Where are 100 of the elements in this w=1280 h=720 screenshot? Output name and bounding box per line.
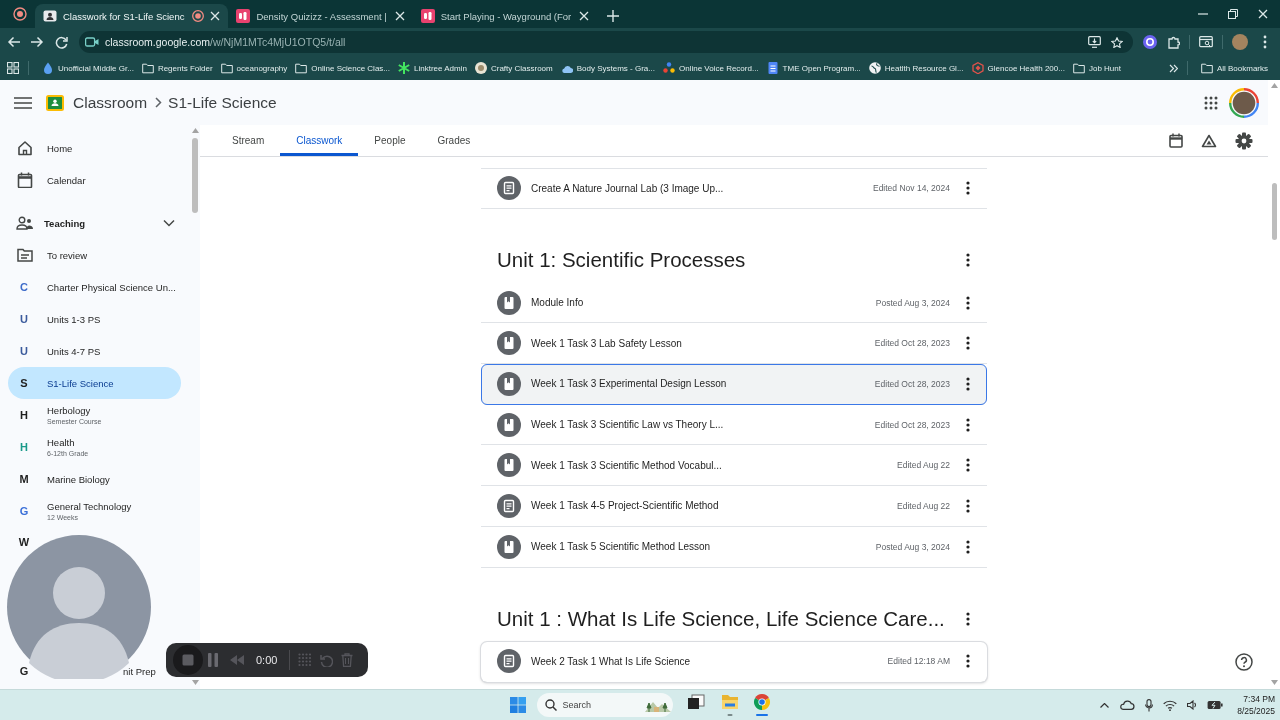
classroom-tab[interactable]: People [358, 125, 422, 156]
help-icon[interactable] [1235, 653, 1253, 671]
calendar-icon[interactable] [1169, 133, 1183, 148]
sidebar-item[interactable]: U Units 1-3 PS [8, 303, 181, 335]
bookmark-item[interactable]: Linktree Admin [394, 58, 471, 78]
bookmark-item[interactable]: Online Science Clas... [291, 58, 394, 78]
sidebar-item[interactable]: W [8, 531, 31, 553]
chevron-down-icon[interactable] [163, 219, 175, 227]
restart-icon[interactable] [320, 653, 334, 667]
sidebar-item[interactable]: M Marine Biology [8, 463, 181, 495]
dot-grid-icon[interactable] [298, 653, 313, 667]
more-icon[interactable] [966, 458, 970, 473]
bookmark-item[interactable]: Online Voice Record... [659, 58, 763, 78]
account-avatar[interactable] [1229, 87, 1259, 118]
classwork-item[interactable]: Week 1 Task 3 Scientific Method Vocabul... Edited Aug 22 [481, 445, 987, 487]
double-chevron-icon[interactable] [1168, 63, 1178, 73]
ring-icon[interactable] [1143, 35, 1157, 49]
bookmark-item[interactable]: Body Systems - Gra... [556, 58, 659, 78]
microphone-icon[interactable] [1145, 698, 1154, 712]
search-box[interactable]: Search [536, 693, 673, 717]
cloud-icon[interactable] [1119, 700, 1136, 710]
sidebar-item[interactable]: nit Prep [123, 664, 156, 678]
chevron-up-icon[interactable] [1100, 702, 1110, 708]
folder-icon[interactable] [720, 694, 739, 716]
plus-icon[interactable] [607, 10, 620, 22]
forward-icon[interactable] [30, 36, 44, 48]
camera-icon[interactable] [85, 37, 99, 47]
classwork-item[interactable]: Week 1 Task 5 Scientific Method Lesson Posted Aug 3, 2024 [481, 526, 987, 568]
more-icon[interactable] [966, 498, 970, 513]
tab-search-icon[interactable] [1199, 36, 1213, 48]
speaker-icon[interactable] [1187, 700, 1198, 710]
address-bar[interactable]: classroom.google.com/w/NjM1MTc4MjU1OTQ5/t/all [79, 31, 1133, 53]
bookmark-item[interactable]: Job Hunt [1068, 58, 1125, 78]
board-logo-icon[interactable] [46, 94, 64, 111]
close-icon[interactable] [579, 11, 590, 21]
more-icon[interactable] [966, 336, 970, 351]
puzzle-icon[interactable] [1168, 35, 1180, 49]
more-icon[interactable] [966, 181, 970, 196]
bookmark-item[interactable]: TME Open Program... [762, 58, 865, 78]
browser-tab[interactable]: Start Playing - Wayground (For [412, 4, 598, 28]
bookmark-item[interactable]: Glencoe Health 200... [967, 58, 1069, 78]
bookmark-item[interactable]: Regents Folder [137, 58, 217, 78]
classroom-tab[interactable]: Grades [421, 125, 487, 156]
bookmark-item[interactable]: Crafty Classroom [470, 58, 557, 78]
sidebar-item[interactable]: C Charter Physical Science Un... [8, 271, 181, 303]
recording-icon[interactable] [13, 7, 27, 21]
star-icon[interactable] [1111, 36, 1123, 48]
reload-icon[interactable] [55, 35, 68, 49]
scrollbar-thumb[interactable] [1271, 183, 1277, 240]
classroom-tab[interactable]: Stream [216, 125, 281, 156]
triangle-icon[interactable] [1201, 133, 1217, 148]
apps-icon[interactable] [7, 62, 19, 74]
browser-tab[interactable]: Classwork for S1-Life Scienc [35, 4, 229, 28]
task-view-icon[interactable] [686, 694, 705, 710]
classwork-item[interactable]: Module Info Posted Aug 3, 2024 [481, 282, 987, 324]
classwork-item[interactable]: Week 1 Task 3 Scientific Law vs Theory L... Edited Oct 28, 2023 [481, 404, 987, 446]
more-icon[interactable] [966, 539, 970, 554]
bookmark-item[interactable]: All Bookmarks [1196, 58, 1272, 78]
pause-icon[interactable] [208, 653, 218, 667]
menu-icon[interactable] [14, 96, 32, 109]
classwork-item[interactable]: Create A Nature Journal Lab (3 Image Up... Edited Nov 14, 2024 [481, 168, 987, 209]
scrollbar-thumb[interactable] [192, 138, 198, 213]
more-icon[interactable] [1263, 35, 1267, 49]
sidebar-item[interactable]: U Units 4-7 PS [8, 335, 181, 367]
sidebar-item[interactable]: Calendar [8, 164, 181, 196]
close-icon[interactable] [394, 11, 405, 21]
wifi-icon[interactable] [1163, 699, 1178, 711]
app-title[interactable]: Classroom [73, 93, 148, 112]
four-squares-icon[interactable] [509, 697, 526, 713]
profile-avatar[interactable] [1232, 34, 1248, 50]
bookmark-item[interactable]: oceanography [216, 58, 292, 78]
classroom-tab[interactable]: Classwork [280, 125, 359, 156]
classwork-item[interactable]: Week 1 Task 3 Experimental Design Lesson Edited Oct 28, 2023 [481, 364, 987, 405]
settings-icon[interactable] [1235, 131, 1253, 150]
more-icon[interactable] [966, 654, 970, 669]
classwork-item[interactable]: Week 2 Task 1 What Is Life Science Edited 12:18 AM [481, 641, 987, 683]
bookmark-item[interactable]: Unofficial Middle Gr... [38, 58, 138, 78]
battery-icon[interactable] [1207, 700, 1224, 710]
more-icon[interactable] [966, 252, 970, 267]
item-status: Edited Aug 22 [897, 460, 950, 471]
browser-tab[interactable]: Density Quizizz - Assessment | [228, 4, 413, 28]
round-logo-icon[interactable] [752, 694, 771, 716]
back-icon[interactable] [7, 36, 21, 48]
restore-icon[interactable] [1228, 9, 1238, 19]
sidebar-item[interactable]: S S1-Life Science [8, 367, 181, 399]
clock-time[interactable]: 7:34 PM [1243, 693, 1275, 705]
bookmark-item[interactable]: Heatlth Resource Gl... [864, 58, 968, 78]
more-icon[interactable] [966, 611, 970, 626]
sidebar-item[interactable]: Teaching [8, 207, 181, 239]
close-icon[interactable] [210, 11, 221, 21]
apps-icon[interactable] [1204, 95, 1218, 110]
stop-icon[interactable] [173, 645, 203, 675]
sidebar-item[interactable]: To review [8, 239, 181, 271]
sidebar-item[interactable]: Home [8, 132, 181, 164]
close-icon[interactable] [1258, 9, 1268, 19]
classwork-item[interactable]: Week 1 Task 4-5 Project-Scientific Method Edited Aug 22 [481, 486, 987, 527]
clock-date[interactable]: 8/25/2025 [1237, 705, 1275, 717]
more-icon[interactable] [966, 295, 970, 310]
more-icon[interactable] [966, 376, 970, 391]
more-icon[interactable] [966, 417, 970, 432]
